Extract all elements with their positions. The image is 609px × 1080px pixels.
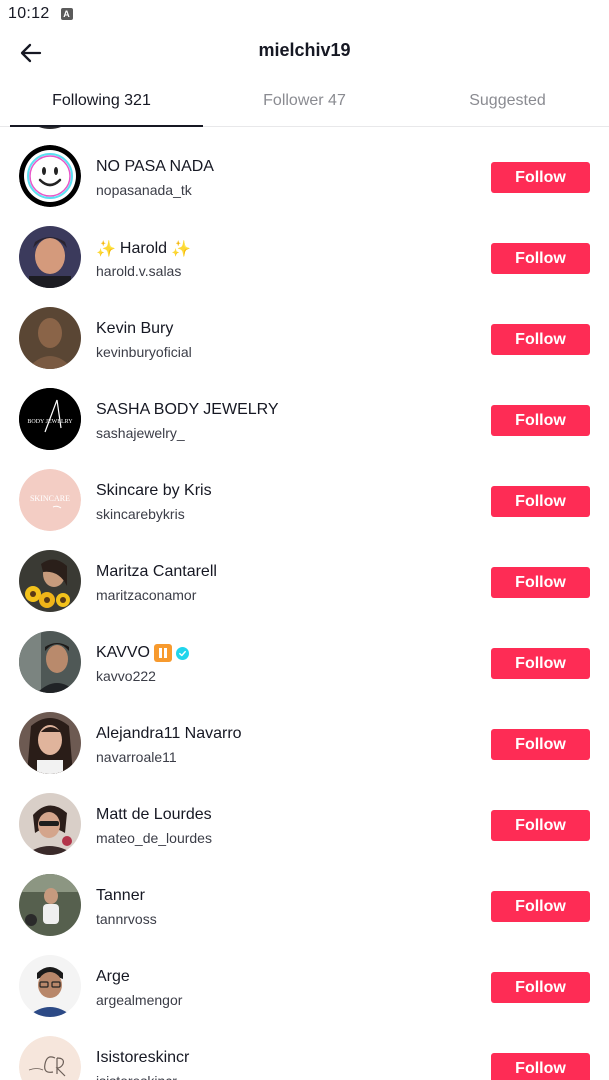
status-time: 10:12 bbox=[8, 5, 50, 22]
account-name: NO PASA NADA bbox=[96, 158, 214, 175]
account-name: Isistoreskincr bbox=[96, 1049, 190, 1066]
follow-button[interactable]: Follow bbox=[491, 567, 590, 598]
avatar-logo-text: BODY JEWELRY bbox=[27, 419, 73, 425]
follow-button[interactable]: Follow bbox=[491, 324, 590, 355]
follow-button[interactable]: Follow bbox=[491, 972, 590, 1003]
avatar[interactable] bbox=[19, 226, 81, 288]
avatar[interactable] bbox=[19, 550, 81, 612]
account-handle: sashajewelry_ bbox=[96, 425, 185, 441]
status-bar: 10:12 A bbox=[0, 0, 609, 28]
account-handle: isistoreskincr bbox=[96, 1073, 177, 1080]
sparkle-icon: ✨ bbox=[171, 241, 191, 258]
account-handle: kavvo222 bbox=[96, 668, 156, 684]
avatar[interactable] bbox=[19, 307, 81, 369]
account-handle: mateo_de_lourdes bbox=[96, 830, 212, 846]
avatar[interactable] bbox=[19, 955, 81, 1017]
list-item[interactable]: Tanner tannrvoss Follow bbox=[0, 865, 609, 946]
avatar[interactable] bbox=[19, 145, 81, 207]
account-name: ✨ Harold ✨ bbox=[96, 239, 191, 259]
follow-button[interactable]: Follow bbox=[491, 891, 590, 922]
account-name: Tanner bbox=[96, 887, 145, 904]
header: mielchiv19 bbox=[0, 28, 609, 76]
list-item[interactable]: Kevin Bury kevinburyoficial Follow bbox=[0, 298, 609, 379]
avatar[interactable] bbox=[19, 712, 81, 774]
list-item[interactable]: NO PASA NADA nopasanada_tk Follow bbox=[0, 136, 609, 217]
page-title: mielchiv19 bbox=[258, 40, 351, 60]
follow-button[interactable]: Follow bbox=[491, 1053, 590, 1080]
follow-button[interactable]: Follow bbox=[491, 810, 590, 841]
sparkle-icon: ✨ bbox=[96, 241, 116, 258]
list-item[interactable]: ✨ Harold ✨ harold.v.salas Follow bbox=[0, 217, 609, 298]
avatar[interactable]: SKINCARE bbox=[19, 469, 81, 531]
account-name: Skincare by Kris bbox=[96, 482, 212, 499]
account-name: Matt de Lourdes bbox=[96, 806, 212, 823]
verified-badge-icon bbox=[175, 646, 189, 660]
list-item[interactable]: Isistoreskincr isistoreskincr Follow bbox=[0, 1027, 609, 1080]
account-handle: nopasanada_tk bbox=[96, 182, 192, 198]
list-item[interactable]: Maritza Cantarell maritzaconamor Follow bbox=[0, 541, 609, 622]
avatar[interactable] bbox=[19, 631, 81, 693]
follow-button[interactable]: Follow bbox=[491, 243, 590, 274]
tab-suggested[interactable]: Suggested bbox=[406, 76, 609, 126]
avatar bbox=[19, 127, 81, 129]
avatar-logo-text: SKINCARE bbox=[30, 494, 70, 503]
account-name: SASHA BODY JEWELRY bbox=[96, 401, 279, 418]
account-handle: skincarebykris bbox=[96, 506, 185, 522]
list-item[interactable]: Matt de Lourdes mateo_de_lourdes Follow bbox=[0, 784, 609, 865]
notification-icon: A bbox=[60, 8, 73, 20]
account-handle: maritzaconamor bbox=[96, 587, 197, 603]
list-item[interactable]: Alejandra11 Navarro navarroale11 Follow bbox=[0, 703, 609, 784]
tab-bar: Following 321 Follower 47 Suggested bbox=[0, 76, 609, 127]
account-name-text: Harold bbox=[119, 240, 168, 257]
follow-button[interactable]: Follow bbox=[491, 648, 590, 679]
account-handle: harold.v.salas bbox=[96, 263, 182, 279]
list-item[interactable]: BODY JEWELRY SASHA BODY JEWELRY sashajew… bbox=[0, 379, 609, 460]
list-item[interactable]: KAVVO kavvo222 Follow bbox=[0, 622, 609, 703]
tab-followers[interactable]: Follower 47 bbox=[203, 76, 406, 126]
pause-icon bbox=[153, 644, 172, 662]
follow-button[interactable]: Follow bbox=[491, 405, 590, 436]
avatar[interactable]: BODY JEWELRY bbox=[19, 388, 81, 450]
tab-following[interactable]: Following 321 bbox=[0, 76, 203, 127]
account-handle: kevinburyoficial bbox=[96, 344, 192, 360]
list-item[interactable]: SKINCARE Skincare by Kris skincarebykris… bbox=[0, 460, 609, 541]
follow-button[interactable]: Follow bbox=[491, 486, 590, 517]
account-handle: argealmengor bbox=[96, 992, 183, 1008]
account-name: KAVVO bbox=[96, 644, 189, 662]
follow-button[interactable]: Follow bbox=[491, 729, 590, 760]
account-name: Kevin Bury bbox=[96, 320, 174, 337]
account-name: Alejandra11 Navarro bbox=[96, 725, 242, 742]
account-handle: tannrvoss bbox=[96, 911, 157, 927]
account-name: Arge bbox=[96, 968, 130, 985]
account-handle: navarroale11 bbox=[96, 749, 177, 765]
avatar[interactable] bbox=[19, 874, 81, 936]
avatar[interactable] bbox=[19, 1036, 81, 1080]
list-item[interactable]: Arge argealmengor Follow bbox=[0, 946, 609, 1027]
avatar[interactable] bbox=[19, 793, 81, 855]
follow-button[interactable]: Follow bbox=[491, 162, 590, 193]
account-name: Maritza Cantarell bbox=[96, 563, 217, 580]
account-name-text: KAVVO bbox=[96, 644, 150, 661]
following-list: NO PASA NADA nopasanada_tk Follow ✨ Haro… bbox=[0, 127, 609, 1080]
